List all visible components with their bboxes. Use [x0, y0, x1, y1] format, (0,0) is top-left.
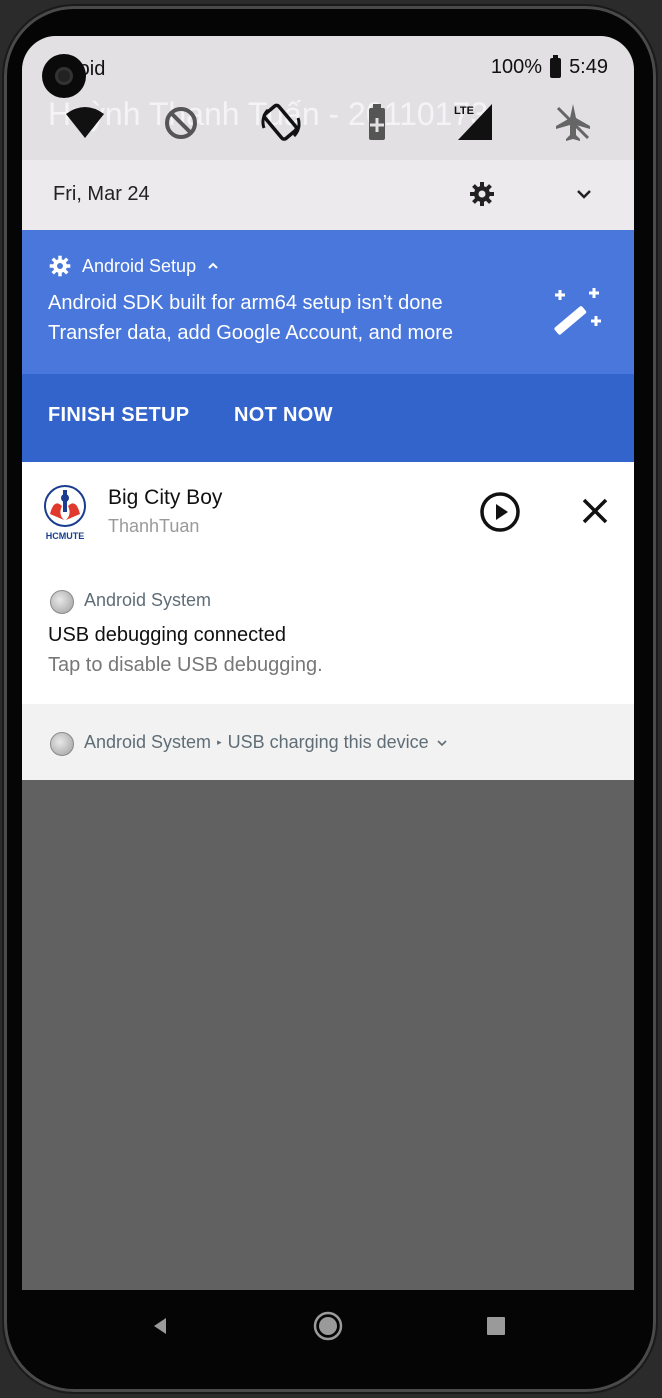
battery-icon [550, 54, 562, 78]
usb-text: Tap to disable USB debugging. [48, 654, 323, 676]
back-icon[interactable] [148, 1314, 172, 1338]
chevron-up-icon[interactable] [206, 259, 220, 273]
expand-chevron-icon[interactable] [570, 180, 598, 208]
media-artist: ThanhTuan [108, 516, 200, 536]
chevron-down-icon[interactable] [435, 736, 449, 750]
device-frame: Huỳnh Thanh Tuấn - 20110173 roid 100% 5:… [0, 0, 662, 1398]
logo-text: HCMUTE [46, 531, 85, 541]
setup-title: Android SDK built for arm64 setup isn’t … [48, 292, 443, 314]
media-notification[interactable]: HCMUTE Big City Boy ThanhTuan [22, 462, 634, 563]
android-system-icon [50, 590, 74, 614]
charging-app-name: Android System [84, 732, 212, 752]
finish-setup-button[interactable]: FINISH SETUP [48, 404, 189, 427]
setup-app-name: Android Setup [82, 255, 197, 276]
play-icon[interactable] [478, 490, 522, 534]
not-now-button[interactable]: NOT NOW [234, 404, 333, 427]
settings-gear-icon[interactable] [468, 180, 496, 208]
date-label: Fri, Mar 24 [53, 183, 150, 205]
battery-saver-icon[interactable] [352, 98, 402, 148]
wifi-icon[interactable] [60, 98, 110, 148]
home-icon[interactable] [312, 1310, 344, 1342]
magic-wand-icon [554, 288, 601, 335]
usb-debugging-notification[interactable]: Android System USB debugging connected T… [22, 562, 634, 705]
auto-rotate-icon[interactable] [256, 98, 306, 148]
setup-notification[interactable]: Android Setup Android SDK built for arm6… [22, 230, 634, 462]
close-icon[interactable] [576, 492, 614, 530]
battery-percent: 100% [490, 56, 543, 78]
setup-gear-icon [49, 255, 71, 277]
charging-text: USB charging this device [227, 732, 429, 752]
usb-title: USB debugging connected [48, 624, 286, 646]
usb-charging-notification[interactable]: Android System ▸ USB charging this devic… [22, 704, 634, 780]
setup-actions: FINISH SETUP NOT NOW [22, 374, 634, 462]
setup-header: Android Setup [48, 254, 220, 278]
setup-text: Transfer data, add Google Account, and m… [48, 322, 454, 344]
navigation-bar [22, 1290, 634, 1362]
svg-text:LTE: LTE [454, 105, 474, 117]
android-system-icon [50, 732, 74, 756]
airplane-mode-icon[interactable] [548, 98, 598, 148]
status-right: 100% 5:49 [490, 54, 608, 79]
charging-line: Android System ▸ USB charging this devic… [84, 732, 449, 753]
clock: 5:49 [569, 56, 608, 78]
do-not-disturb-icon[interactable] [156, 98, 206, 148]
separator-icon: ▸ [217, 737, 222, 747]
quick-settings-row: LTE [22, 98, 634, 148]
recents-icon[interactable] [486, 1316, 506, 1336]
mobile-data-icon[interactable]: LTE [448, 98, 498, 148]
media-title: Big City Boy [108, 486, 223, 509]
front-camera [42, 54, 86, 98]
hcmute-logo: HCMUTE [44, 485, 86, 541]
screen: Huỳnh Thanh Tuấn - 20110173 roid 100% 5:… [22, 36, 634, 1290]
date-row: Fri, Mar 24 [22, 160, 634, 230]
usb-app-name: Android System [84, 590, 212, 610]
